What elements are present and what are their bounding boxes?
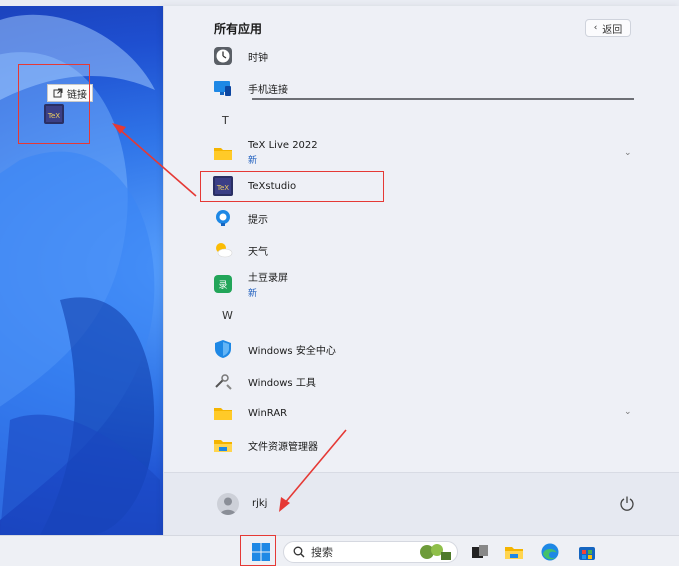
app-item-weather[interactable]: 天气 <box>212 236 632 264</box>
highlight-box-start <box>240 535 276 566</box>
app-label: 提示 <box>248 214 268 226</box>
chevron-down-icon[interactable]: ⌄ <box>624 407 632 417</box>
folder-icon <box>214 148 232 160</box>
folder-icon <box>214 408 232 420</box>
taskbar: 搜索 <box>0 535 679 566</box>
tips-icon <box>216 210 230 226</box>
file-explorer-icon[interactable] <box>504 542 524 562</box>
app-item-clock[interactable]: 时钟 <box>212 42 632 70</box>
letter-header-t[interactable]: T <box>222 114 229 127</box>
scroll-indicator <box>252 98 634 100</box>
app-label: 手机连接 <box>248 84 288 96</box>
user-bar: rjkj <box>164 472 679 536</box>
new-badge: 新 <box>248 289 258 299</box>
app-item-winrar[interactable]: WinRAR <box>212 399 632 427</box>
all-apps-title: 所有应用 <box>214 22 263 36</box>
phone-link-icon <box>214 81 231 96</box>
security-shield-icon <box>215 340 231 358</box>
start-menu: 所有应用 ‹ 返回 时钟 手机连接 T TeX Live 2022 新 ⌄ Te… <box>163 6 679 536</box>
back-button[interactable]: ‹ 返回 <box>585 19 631 37</box>
letter-header-w[interactable]: W <box>222 309 233 322</box>
app-label: 天气 <box>248 246 268 258</box>
app-item-tex-live[interactable]: TeX Live 2022 新 <box>212 138 632 168</box>
user-icon <box>220 497 236 515</box>
chevron-down-icon[interactable]: ⌄ <box>624 148 632 158</box>
app-item-windows-tools[interactable]: Windows 工具 <box>212 367 632 395</box>
store-icon[interactable] <box>577 542 597 562</box>
task-view-icon[interactable] <box>470 542 490 562</box>
app-label: TeX Live 2022 <box>248 140 318 151</box>
user-name[interactable]: rjkj <box>252 498 267 509</box>
svg-text:录: 录 <box>218 280 227 291</box>
app-label: 文件资源管理器 <box>248 441 318 453</box>
app-label: 时钟 <box>248 52 268 64</box>
taskbar-search-box[interactable]: 搜索 <box>283 541 458 563</box>
highlight-box-desktop <box>18 64 90 144</box>
app-item-file-explorer[interactable]: 文件资源管理器 <box>212 431 632 459</box>
windows-tools-icon <box>215 374 232 390</box>
recorder-icon: 录 <box>214 275 232 293</box>
new-badge: 新 <box>248 156 258 166</box>
edge-icon[interactable] <box>540 542 560 562</box>
app-label: Windows 安全中心 <box>248 345 336 357</box>
app-item-tips[interactable]: 提示 <box>212 204 632 232</box>
app-label: 土豆录屏 <box>248 273 288 284</box>
chevron-left-icon: ‹ <box>593 23 598 33</box>
app-item-screen-recorder[interactable]: 录 土豆录屏 新 <box>212 268 632 300</box>
search-icon <box>293 546 305 558</box>
avatar[interactable] <box>217 493 239 515</box>
highlight-box-texstudio <box>200 171 384 202</box>
app-item-windows-security[interactable]: Windows 安全中心 <box>212 335 632 363</box>
power-icon[interactable] <box>619 495 635 511</box>
app-label: WinRAR <box>248 407 288 419</box>
file-explorer-icon <box>214 440 232 452</box>
app-label: Windows 工具 <box>248 377 316 389</box>
clock-icon <box>214 47 232 65</box>
back-button-label: 返回 <box>602 24 623 36</box>
weather-icon <box>216 243 233 258</box>
search-label: 搜索 <box>311 546 333 559</box>
search-highlight-image <box>420 544 451 560</box>
screen: 链接 TeX 所有应用 ‹ 返回 时钟 手机连接 T TeX Live 2022… <box>0 0 679 566</box>
